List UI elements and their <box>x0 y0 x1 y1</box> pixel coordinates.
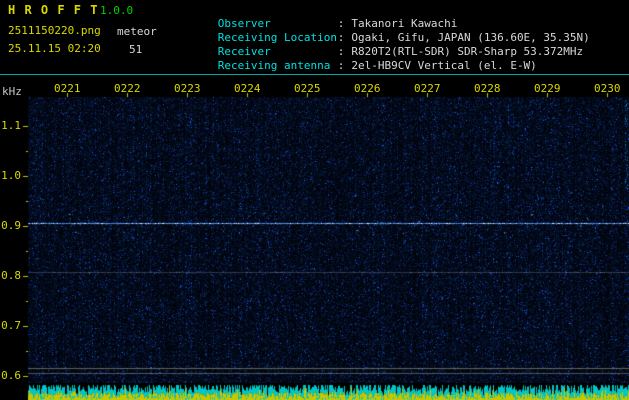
app-title: H R O F F T <box>8 3 99 17</box>
observation-mode: meteor <box>117 25 157 38</box>
x-tick-label: 0228 <box>474 82 501 95</box>
info-colon: : <box>337 17 345 30</box>
y-axis-unit: kHz <box>2 85 22 98</box>
info-row-observer: Observer: Takanori Kawachi <box>178 3 590 30</box>
hrofft-window: H R O F F T 1.0.0 2511150220.png meteor … <box>0 0 629 400</box>
app-version: 1.0.0 <box>100 4 134 17</box>
info-label: Receiving antenna <box>217 59 331 72</box>
station-info-table: Observer: Takanori Kawachi Receiving Loca… <box>178 3 590 72</box>
y-tick-label: 0.6 <box>1 369 21 382</box>
output-filename: 2511150220.png <box>8 24 101 37</box>
info-label: Receiving Location <box>217 31 337 44</box>
x-tick-label: 0224 <box>234 82 261 95</box>
info-value: Ogaki, Gifu, JAPAN (136.60E, 35.35N) <box>351 31 590 44</box>
info-value: R820T2(RTL-SDR) SDR-Sharp 53.372MHz <box>351 45 584 58</box>
x-tick-label: 0225 <box>294 82 321 95</box>
info-value: Takanori Kawachi <box>351 17 458 30</box>
x-tick-label: 0229 <box>534 82 561 95</box>
x-tick-label: 0221 <box>54 82 81 95</box>
x-tick-label: 0226 <box>354 82 381 95</box>
info-colon: : <box>337 45 345 58</box>
x-tick-label: 0222 <box>114 82 141 95</box>
info-value: 2el-HB9CV Vertical (el. E-W) <box>351 59 537 72</box>
info-label: Receiver <box>217 45 271 58</box>
x-tick-label: 0227 <box>414 82 441 95</box>
noise-count: 51 <box>129 43 143 56</box>
y-tick-label: 0.8 <box>1 269 21 282</box>
y-tick-label: 1.0 <box>1 169 21 182</box>
observation-datetime: 25.11.15 02:20 <box>8 42 101 55</box>
y-tick-label: 0.7 <box>1 319 21 332</box>
info-colon: : <box>337 31 345 44</box>
header-separator-line <box>0 74 629 75</box>
x-tick-label: 0230 <box>594 82 621 95</box>
info-label: Observer <box>217 17 271 30</box>
y-tick-label: 1.1 <box>1 119 21 132</box>
y-tick-label: 0.9 <box>1 219 21 232</box>
info-colon: : <box>337 59 345 72</box>
x-tick-label: 0223 <box>174 82 201 95</box>
